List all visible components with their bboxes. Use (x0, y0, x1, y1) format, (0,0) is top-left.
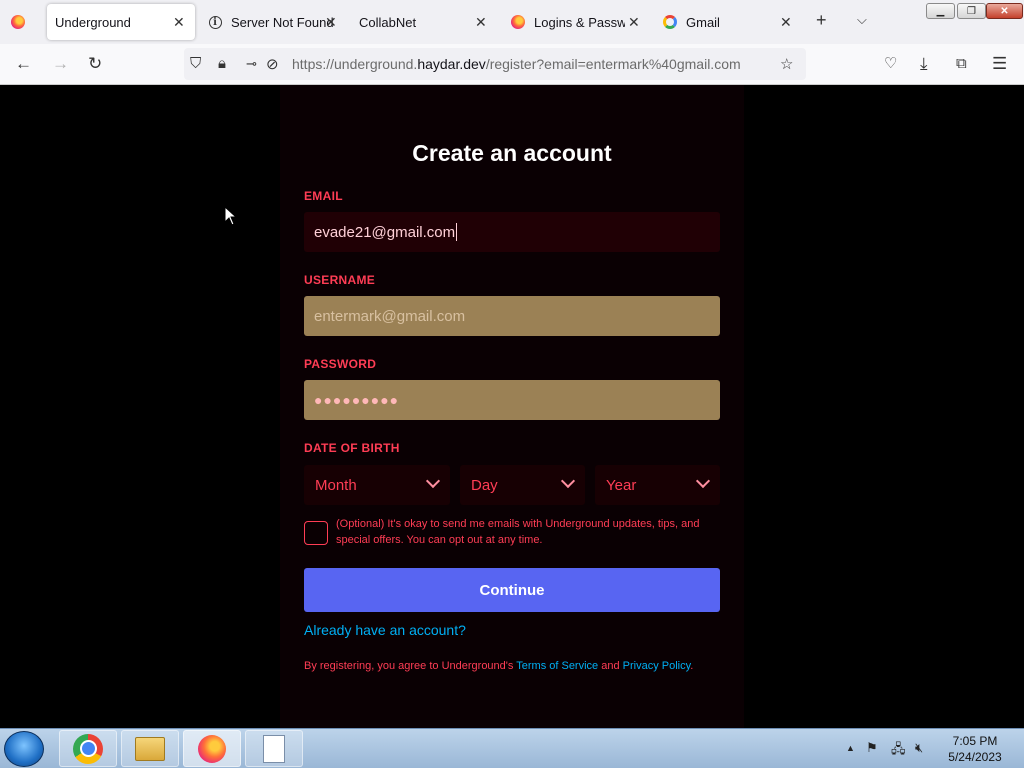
folder-icon (135, 736, 165, 761)
username-label: USERNAME (304, 273, 376, 287)
password-label: PASSWORD (304, 357, 377, 371)
privacy-link[interactable]: Privacy Policy (623, 660, 691, 672)
action-center-icon[interactable]: ⚑ (866, 740, 878, 756)
firefox-view-button[interactable] (10, 0, 34, 44)
clock-date: 5/24/2023 (948, 750, 1002, 764)
password-field[interactable]: ●●●●●●●●● (304, 380, 720, 420)
google-icon (662, 14, 678, 30)
chevron-down-icon (425, 473, 441, 489)
tab-logins-passwords[interactable]: Logins & Passwords ✕ (510, 0, 644, 44)
back-arrow-icon[interactable]: ← (15, 55, 32, 73)
month-select[interactable]: Month (304, 465, 450, 505)
clock-time: 7:05 PM (952, 734, 998, 748)
tab-server-not-found[interactable]: i Server Not Found ✕ (207, 0, 347, 44)
tracking-off-icon[interactable]: ⊘ (266, 55, 279, 73)
taskbar-chrome[interactable] (59, 730, 117, 767)
year-placeholder: Year (606, 476, 637, 494)
tab-label: Logins & Passwords (534, 14, 625, 30)
login-link[interactable]: Already have an account? (304, 622, 466, 638)
close-icon[interactable]: ✕ (628, 14, 640, 31)
restore-button[interactable]: ❐ (957, 3, 986, 19)
password-value: ●●●●●●●●● (314, 392, 400, 408)
username-field[interactable]: entermark@gmail.com (304, 296, 720, 336)
menu-hamburger-icon[interactable]: ☰ (992, 55, 1007, 73)
close-icon[interactable]: ✕ (780, 14, 792, 31)
forward-arrow-icon[interactable]: → (52, 55, 69, 73)
network-icon[interactable]: 🖧︎ (891, 740, 906, 762)
extensions-icon[interactable]: ⧉ (956, 55, 967, 73)
taskbar-explorer[interactable] (121, 730, 179, 767)
reload-icon[interactable]: ↻ (88, 55, 102, 73)
chevron-down-icon (695, 473, 711, 489)
day-select[interactable]: Day (460, 465, 585, 505)
legal-text: By registering, you agree to Underground… (304, 660, 694, 672)
minimize-button[interactable]: ▁ (926, 3, 955, 19)
tab-gmail[interactable]: Gmail ✕ (662, 0, 798, 44)
document-icon (263, 734, 285, 763)
continue-button[interactable]: Continue (304, 568, 720, 612)
tab-label: Underground (55, 14, 131, 30)
mouse-cursor-icon (224, 206, 238, 226)
close-icon[interactable]: ✕ (475, 14, 487, 31)
show-hidden-icons-icon[interactable]: ▲ (846, 743, 855, 753)
lock-icon[interactable]: 🔒︎ (218, 55, 226, 72)
day-placeholder: Day (471, 476, 498, 494)
url-bar[interactable]: ⛉ 🔒︎ ⊸ ⊘ https://underground.haydar.dev/… (184, 48, 806, 80)
taskbar-notepad[interactable] (245, 730, 303, 767)
firefox-icon (510, 14, 526, 30)
new-tab-plus-icon[interactable]: + (816, 10, 827, 31)
tab-label: Server Not Found (231, 14, 334, 30)
username-value: entermark@gmail.com (314, 307, 466, 325)
taskbar: ▲ ⚑ 🖧︎ 🔇︎ 7:05 PM 5/24/2023 (0, 728, 1024, 768)
email-field[interactable]: evade21@gmail.com (304, 212, 720, 252)
start-button[interactable] (4, 731, 44, 767)
firefox-icon (198, 734, 226, 763)
dob-label: DATE OF BIRTH (304, 441, 400, 455)
terms-link[interactable]: Terms of Service (516, 660, 598, 672)
taskbar-firefox[interactable] (183, 730, 241, 767)
tab-label: Gmail (686, 14, 720, 30)
volume-muted-icon[interactable]: 🔇︎ (915, 740, 923, 756)
page-title: Create an account (412, 140, 612, 166)
tab-strip: Underground ✕ i Server Not Found ✕ Colla… (0, 0, 1024, 44)
month-placeholder: Month (315, 476, 357, 494)
navigation-bar: ← → ↻ ⛉ 🔒︎ ⊸ ⊘ https://underground.hayda… (0, 44, 1024, 85)
page-content: Create an account EMAIL evade21@gmail.co… (0, 85, 1024, 728)
year-select[interactable]: Year (595, 465, 720, 505)
optin-checkbox[interactable] (304, 521, 328, 545)
shield-icon[interactable]: ⛉ (190, 55, 201, 72)
bookmark-star-icon[interactable]: ☆ (780, 55, 793, 73)
clock[interactable]: 7:05 PM 5/24/2023 (940, 733, 1010, 765)
email-label: EMAIL (304, 189, 343, 203)
download-icon[interactable]: ⤓ (920, 55, 928, 73)
close-icon[interactable]: ✕ (325, 14, 337, 31)
url-text[interactable]: https://underground.haydar.dev/register?… (292, 56, 741, 72)
close-window-button[interactable]: ✕ (986, 3, 1023, 19)
info-icon: i (207, 14, 223, 30)
list-all-tabs-chevron-icon[interactable]: ⌵ (857, 12, 867, 28)
chevron-down-icon (560, 473, 576, 489)
close-icon[interactable]: ✕ (173, 14, 185, 31)
email-value: evade21@gmail.com (314, 223, 456, 241)
tab-collabnet[interactable]: CollabNet ✕ (359, 0, 491, 44)
optin-text: (Optional) It's okay to send me emails w… (336, 518, 700, 546)
tab-underground[interactable]: Underground ✕ (47, 4, 195, 40)
permissions-icon[interactable]: ⊸ (246, 56, 257, 72)
chrome-icon (73, 733, 103, 764)
tab-label: CollabNet (359, 14, 417, 30)
pocket-icon[interactable]: ♡ (884, 55, 897, 73)
firefox-icon (10, 14, 26, 30)
text-caret (456, 223, 458, 241)
